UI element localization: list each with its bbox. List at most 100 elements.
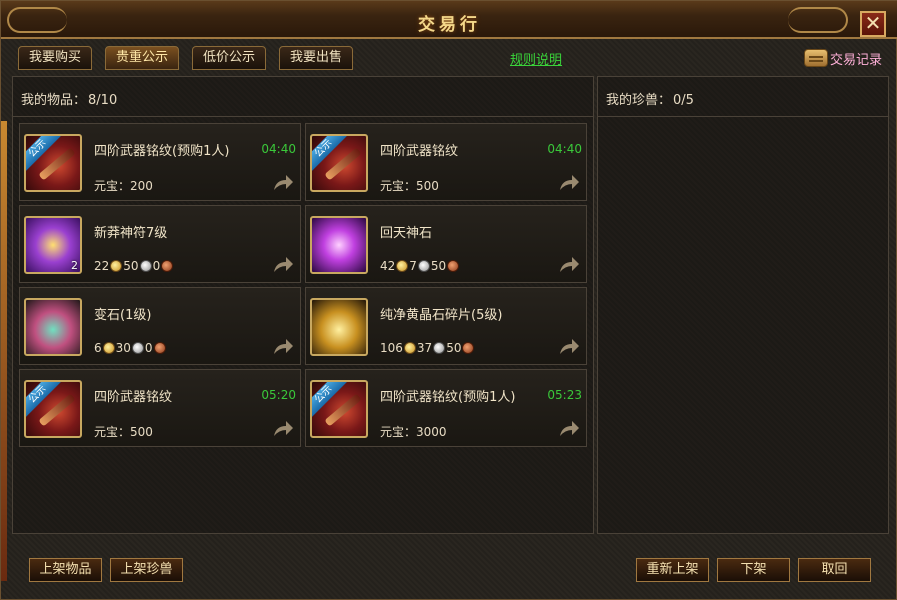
copper-coin-icon bbox=[153, 342, 166, 354]
item-slot[interactable]: 公示 四阶武器铭纹(预购1人) 04:40 元宝： 200 bbox=[19, 123, 301, 201]
share-arrow-icon[interactable] bbox=[272, 418, 294, 438]
currency-label: 元宝： bbox=[94, 179, 131, 193]
tab-sell[interactable]: 我要出售 bbox=[279, 46, 354, 70]
silver-value: 7 bbox=[409, 259, 417, 273]
item-name: 纯净黄晶石碎片(5级) bbox=[380, 308, 503, 323]
tab-low-price-notice[interactable]: 低价公示 bbox=[192, 46, 267, 70]
gold-coin-icon bbox=[102, 342, 115, 354]
scroll-icon bbox=[803, 49, 828, 67]
gold-value: 6 bbox=[94, 341, 102, 355]
currency-label: 元宝： bbox=[380, 179, 417, 193]
gold-coin-icon bbox=[396, 260, 409, 272]
relist-button[interactable]: 重新上架 bbox=[636, 558, 709, 582]
gold-value: 22 bbox=[94, 259, 110, 273]
talisman-icon: 2 bbox=[24, 216, 82, 274]
price-value: 500 bbox=[416, 178, 439, 193]
item-price: 元宝： 500 bbox=[94, 423, 153, 440]
share-arrow-icon[interactable] bbox=[272, 172, 294, 192]
share-arrow-icon[interactable] bbox=[558, 254, 580, 274]
my-pets-label: 我的珍兽： bbox=[606, 93, 672, 108]
item-price: 元宝： 500 bbox=[380, 177, 439, 194]
weapon-inscription-icon: 公示 bbox=[24, 134, 82, 192]
share-arrow-icon[interactable] bbox=[272, 336, 294, 356]
gold-value: 106 bbox=[380, 341, 403, 355]
item-price: 42 7 50 bbox=[380, 259, 460, 273]
item-slot[interactable]: 2 新莽神符7级 22 50 0 bbox=[19, 205, 301, 283]
share-arrow-icon[interactable] bbox=[558, 336, 580, 356]
my-items-label: 我的物品： bbox=[21, 93, 87, 108]
currency-label: 元宝： bbox=[94, 425, 131, 439]
item-name: 变石(1级) bbox=[94, 308, 152, 323]
divine-stone-icon bbox=[310, 216, 368, 274]
silver-coin-icon bbox=[139, 260, 152, 272]
item-slot[interactable]: 公示 四阶武器铭纹 05:20 元宝： 500 bbox=[19, 369, 301, 447]
copper-coin-icon bbox=[462, 342, 475, 354]
item-price: 元宝： 3000 bbox=[380, 423, 447, 440]
trade-window: 交易行 ✕ 我要购买 贵重公示 低价公示 我要出售 规则说明 交易记录 我的物品… bbox=[0, 0, 897, 600]
rules-link[interactable]: 规则说明 bbox=[510, 49, 562, 68]
silver-value: 30 bbox=[115, 341, 131, 355]
item-slot[interactable]: 回天神石 42 7 50 bbox=[305, 205, 587, 283]
share-arrow-icon[interactable] bbox=[558, 418, 580, 438]
copper-coin-icon bbox=[447, 260, 460, 272]
change-stone-icon bbox=[24, 298, 82, 356]
item-name: 四阶武器铭纹(预购1人) bbox=[380, 390, 516, 405]
item-name: 四阶武器铭纹 bbox=[380, 144, 459, 159]
share-arrow-icon[interactable] bbox=[558, 172, 580, 192]
item-slot[interactable]: 公示 四阶武器铭纹(预购1人) 05:23 元宝： 3000 bbox=[305, 369, 587, 447]
price-value: 500 bbox=[130, 424, 153, 439]
tab-buy[interactable]: 我要购买 bbox=[18, 46, 93, 70]
item-timer: 04:40 bbox=[547, 142, 582, 156]
close-icon: ✕ bbox=[864, 11, 882, 35]
price-value: 200 bbox=[130, 178, 153, 193]
currency-label: 元宝： bbox=[380, 425, 417, 439]
item-slot[interactable]: 纯净黄晶石碎片(5级) 106 37 50 bbox=[305, 287, 587, 365]
gold-value: 42 bbox=[380, 259, 396, 273]
copper-value: 50 bbox=[430, 259, 447, 273]
my-pets-panel: 我的珍兽： 0/5 bbox=[597, 76, 889, 534]
gold-coin-icon bbox=[403, 342, 416, 354]
list-pet-button[interactable]: 上架珍兽 bbox=[110, 558, 183, 582]
silver-coin-icon bbox=[417, 260, 430, 272]
item-slot[interactable]: 变石(1级) 6 30 0 bbox=[19, 287, 301, 365]
silver-coin-icon bbox=[131, 342, 144, 354]
trade-log-label: 交易记录 bbox=[829, 52, 882, 68]
window-title: 交易行 bbox=[418, 15, 481, 35]
my-items-header: 我的物品： 8/10 bbox=[13, 77, 593, 117]
gold-coin-icon bbox=[110, 260, 123, 272]
price-value: 3000 bbox=[416, 424, 447, 439]
title-bar: 交易行 ✕ bbox=[1, 1, 897, 39]
list-item-button[interactable]: 上架物品 bbox=[29, 558, 102, 582]
copper-value: 50 bbox=[446, 341, 462, 355]
item-name: 新莽神符7级 bbox=[94, 226, 168, 241]
citrine-fragment-icon bbox=[310, 298, 368, 356]
my-pets-header: 我的珍兽： 0/5 bbox=[598, 77, 888, 117]
item-timer: 05:20 bbox=[261, 388, 296, 402]
weapon-inscription-icon: 公示 bbox=[24, 380, 82, 438]
item-name: 回天神石 bbox=[380, 226, 433, 241]
my-pets-count: 0/5 bbox=[673, 93, 694, 108]
copper-value: 0 bbox=[152, 259, 161, 273]
delist-button[interactable]: 下架 bbox=[717, 558, 790, 582]
window-edge-decoration bbox=[1, 121, 7, 581]
stack-count: 2 bbox=[71, 259, 78, 272]
close-button[interactable]: ✕ bbox=[860, 11, 886, 37]
my-items-panel: 我的物品： 8/10 公示 四阶武器铭纹(预购1人) 04:40 元宝： 200 公… bbox=[12, 76, 594, 534]
my-items-count: 8/10 bbox=[88, 93, 118, 108]
item-price: 元宝： 200 bbox=[94, 177, 153, 194]
retrieve-button[interactable]: 取回 bbox=[798, 558, 871, 582]
silver-coin-icon bbox=[433, 342, 446, 354]
item-timer: 05:23 bbox=[547, 388, 582, 402]
item-timer: 04:40 bbox=[261, 142, 296, 156]
tab-valuable-notice[interactable]: 贵重公示 bbox=[105, 46, 180, 70]
weapon-inscription-icon: 公示 bbox=[310, 134, 368, 192]
item-name: 四阶武器铭纹 bbox=[94, 390, 173, 405]
item-slot[interactable]: 公示 四阶武器铭纹 04:40 元宝： 500 bbox=[305, 123, 587, 201]
copper-coin-icon bbox=[161, 260, 174, 272]
trade-log-button[interactable]: 交易记录 bbox=[803, 47, 882, 69]
item-price: 106 37 50 bbox=[380, 341, 475, 355]
share-arrow-icon[interactable] bbox=[272, 254, 294, 274]
weapon-inscription-icon: 公示 bbox=[310, 380, 368, 438]
item-name: 四阶武器铭纹(预购1人) bbox=[94, 144, 230, 159]
item-price: 6 30 0 bbox=[94, 341, 167, 355]
